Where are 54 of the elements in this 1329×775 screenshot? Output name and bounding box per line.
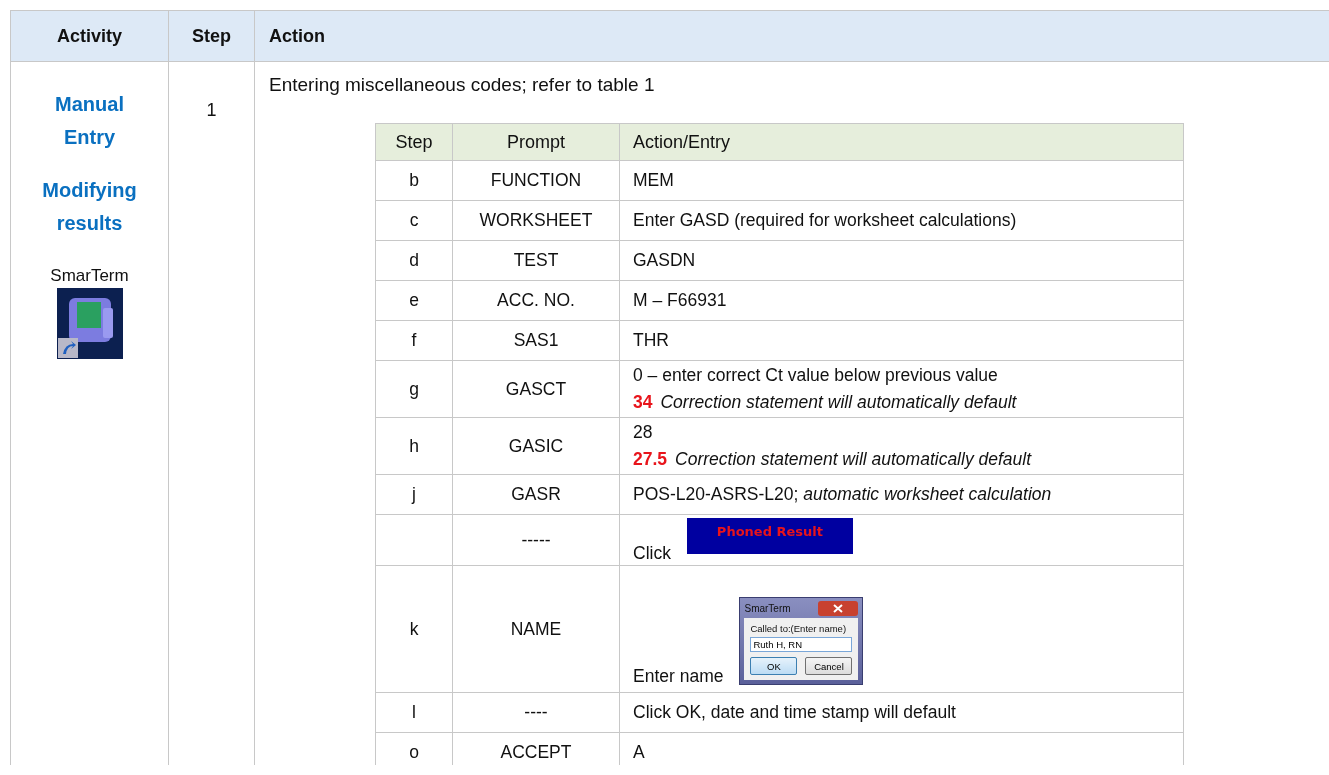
table-cell: d xyxy=(375,240,453,281)
table-cell: ----- xyxy=(452,514,620,566)
table-cell: o xyxy=(375,732,453,765)
action-text: A xyxy=(633,742,645,762)
activity-title: Manual Entry xyxy=(54,92,125,150)
table-cell: l xyxy=(375,692,453,733)
action-text: Click xyxy=(633,543,671,564)
table-cell: TEST xyxy=(452,240,620,281)
name-input-field[interactable]: Ruth H, RN xyxy=(750,637,853,652)
table-cell: WORKSHEET xyxy=(452,200,620,241)
computer-shortcut-icon[interactable] xyxy=(56,288,123,359)
table-cell: GASIC xyxy=(452,417,620,475)
column-header: Action xyxy=(254,10,1329,62)
correction-text: 27.5 Correction statement will automatically default xyxy=(633,448,1033,471)
table-cell: k xyxy=(375,565,453,693)
instruction-text: Entering miscellaneous codes; refer to table 1 xyxy=(269,74,655,96)
column-header: Prompt xyxy=(452,123,620,161)
activity-title: Modifying results xyxy=(41,178,138,236)
table-cell: NAME xyxy=(452,565,620,693)
column-header: Step xyxy=(375,123,453,161)
table-cell: g xyxy=(375,360,453,418)
dialog-title: SmarTerm xyxy=(744,602,791,614)
action-text: MEM xyxy=(633,170,674,190)
action-text: Click OK, date and time stamp will default xyxy=(633,702,956,722)
action-text: Enter GASD (required for worksheet calculations) xyxy=(633,210,1017,230)
action-text: GASDN xyxy=(633,250,696,270)
table-cell: c xyxy=(375,200,453,241)
close-icon[interactable] xyxy=(818,600,859,616)
table-cell: j xyxy=(375,474,453,515)
table-cell: FUNCTION xyxy=(452,160,620,201)
table-cell: e xyxy=(375,280,453,321)
dialog-button[interactable]: Cancel xyxy=(805,657,853,675)
column-header: Activity xyxy=(10,10,169,62)
column-header: Step xyxy=(168,10,255,62)
table-cell: GASCT xyxy=(452,360,620,418)
action-text: Enter name xyxy=(633,666,724,687)
step-number: 1 xyxy=(168,61,255,765)
action-text: THR xyxy=(633,330,669,350)
table-cell: b xyxy=(375,160,453,201)
table-cell: ACC. NO. xyxy=(452,280,620,321)
correction-text: 34 Correction statement will automatically default xyxy=(633,391,1018,414)
action-text: 28 xyxy=(633,421,654,444)
app-label: SmarTerm xyxy=(50,266,129,286)
dialog-button[interactable]: OK xyxy=(750,657,798,675)
table-cell: f xyxy=(375,320,453,361)
action-text: 0 – enter correct Ct value below previous value xyxy=(633,364,999,387)
table-cell: h xyxy=(375,417,453,475)
action-text: M – F66931 xyxy=(633,290,727,310)
column-header: Action/Entry xyxy=(619,123,1184,161)
table-cell: GASR xyxy=(452,474,620,515)
action-text: POS-L20-ASRS-L20; automatic worksheet calculation xyxy=(633,484,1052,504)
field-label: Called to:(Enter name) xyxy=(750,623,848,634)
table-cell: SAS1 xyxy=(452,320,620,361)
table-cell: ---- xyxy=(452,692,620,733)
